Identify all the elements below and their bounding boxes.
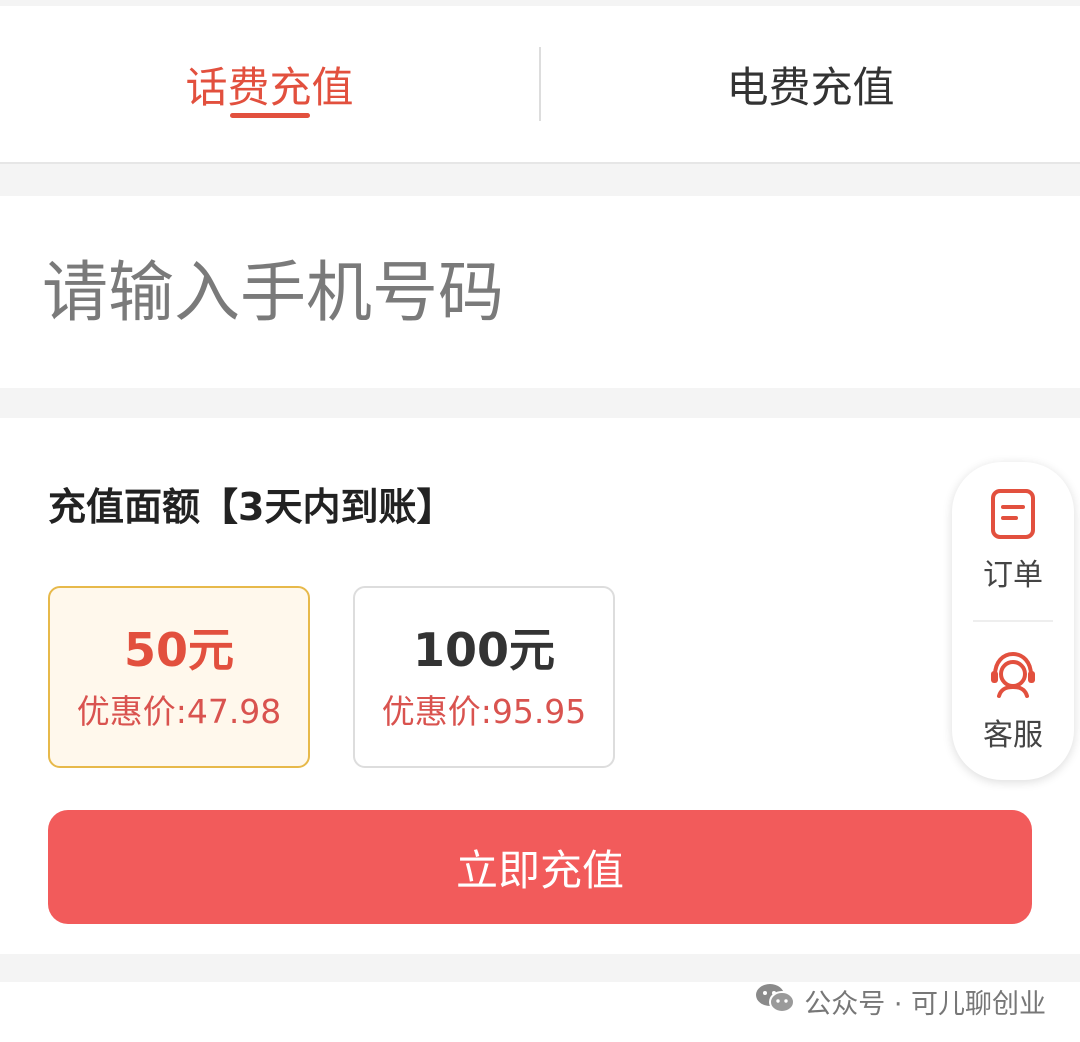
amount-option-50[interactable]: 50元 优惠价:47.98 [48,586,310,768]
recharge-now-button[interactable]: 立即充值 [48,810,1032,924]
tab-label: 话费充值 [185,62,354,112]
tab-label: 电费充值 [726,62,895,112]
option-amount: 50元 [123,622,234,677]
side-item-orders[interactable]: 订单 [952,462,1074,620]
side-item-label: 客服 [983,717,1043,753]
amount-option-100[interactable]: 100元 优惠价:95.95 [353,586,615,768]
tab-electricity-recharge[interactable]: 电费充值 [541,6,1080,162]
amount-section: 充值面额【3天内到账】 50元 优惠价:47.98 100元 优惠价:95.95… [0,418,1080,954]
recharge-page: 话费充值 电费充值 充值面额【3天内到账】 50元 优惠价:47.98 100元… [0,0,1080,1042]
side-item-label: 订单 [983,558,1043,593]
watermark-text: 公众号 · 可儿聊创业 [804,988,1046,1020]
watermark: 公众号 · 可儿聊创业 [754,983,1046,1020]
active-tab-indicator [229,113,310,118]
phone-number-input[interactable] [42,253,1002,331]
option-discount-price: 优惠价:95.95 [381,691,587,731]
notice-title: 充值须知 [48,1032,200,1042]
wechat-icon [754,981,796,1022]
amount-section-title: 充值面额【3天内到账】 [48,485,455,529]
tab-phone-recharge[interactable]: 话费充值 [0,6,539,162]
floating-side-panel: 订单 客服 [952,462,1074,780]
phone-input-card [0,196,1080,388]
tab-bar: 话费充值 电费充值 [0,6,1080,164]
option-discount-price: 优惠价:47.98 [76,691,282,731]
side-item-customer-service[interactable]: 客服 [952,622,1074,780]
order-icon [989,488,1037,540]
customer-service-icon [987,648,1039,700]
option-amount: 100元 [412,622,556,677]
